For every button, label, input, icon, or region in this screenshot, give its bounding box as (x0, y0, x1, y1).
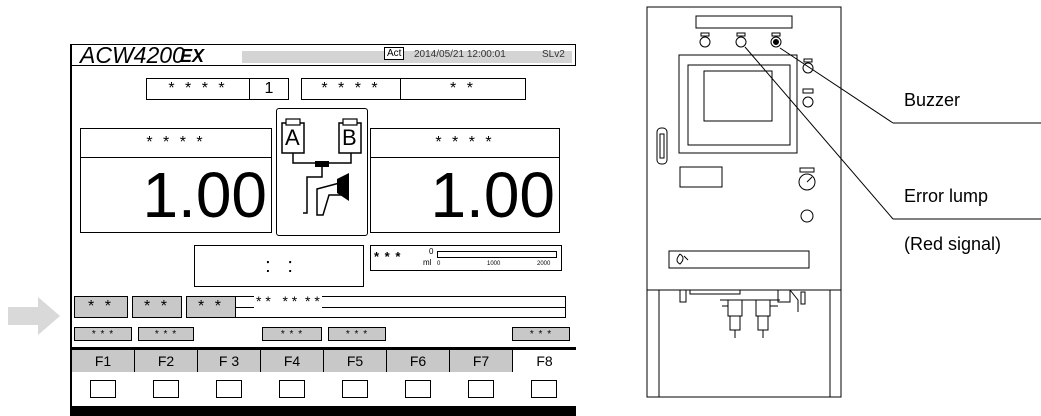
cabinet-body (646, 6, 842, 291)
error-lamp-label: Error lump (904, 186, 989, 206)
gauge-tick-0: 0 (437, 261, 441, 267)
status-button-3[interactable]: * * (186, 296, 236, 318)
status-message-box: * * * * * * (236, 293, 566, 318)
datetime: 2014/05/21 12:00:01 (414, 49, 506, 60)
volume-gauge: * * * 0 ml 0 1000 2000 (370, 245, 562, 271)
gauge-unit: ml (423, 258, 432, 267)
function-indicator-4 (279, 380, 305, 398)
knob-icon (800, 209, 814, 223)
nameplate (668, 250, 810, 269)
function-indicator-7 (468, 380, 494, 398)
function-indicator-8 (531, 380, 557, 398)
function-key-f2[interactable]: F2 (135, 350, 198, 372)
lamp-1-icon (699, 36, 711, 48)
status-button-1[interactable]: * * (74, 296, 128, 318)
act-badge: Act (384, 47, 405, 60)
control-screen: ACW4200 EX Act 2014/05/21 12:00:01 SLv2 … (70, 42, 576, 416)
stand-frame (646, 289, 842, 398)
tank-a-label: A (285, 125, 300, 150)
small-button-5[interactable]: * * * (512, 327, 570, 341)
model-name: ACW4200 (80, 42, 185, 68)
top-mid-label: * * * * (301, 78, 401, 100)
machine-drawing (646, 6, 1041, 398)
function-indicator-6 (405, 380, 431, 398)
function-indicator-row (72, 372, 576, 406)
small-button-2[interactable]: * * * (138, 327, 194, 341)
function-key-f5[interactable]: F5 (324, 350, 387, 372)
top-left-label: * * * * (146, 78, 250, 100)
small-button-1[interactable]: * * * (74, 327, 132, 341)
touch-panel-frame (678, 54, 798, 154)
function-indicator-2 (153, 380, 179, 398)
left-panel-label: * * * * (80, 128, 272, 158)
pointer-arrow-icon (8, 297, 60, 335)
small-button-4[interactable]: * * * (328, 327, 386, 341)
buzzer-label: Buzzer (904, 90, 961, 110)
error-lamp-leader-line (744, 46, 894, 220)
gauge-tick-2000: 2000 (537, 261, 551, 267)
right-value: 1.00 (370, 157, 560, 233)
function-key-bar: F1 F2 F 3 F4 F5 F6 F7 F8 (70, 347, 576, 416)
function-indicator-3 (216, 380, 242, 398)
function-key-f6[interactable]: F6 (387, 350, 450, 372)
function-key-f7[interactable]: F7 (450, 350, 513, 372)
title-bar-fill (242, 51, 572, 63)
left-value: 1.00 (80, 157, 272, 233)
gauge-label: * * * (374, 249, 402, 264)
function-indicator-1 (90, 380, 116, 398)
function-key-row: F1 F2 F 3 F4 F5 F6 F7 F8 (72, 349, 576, 372)
title-bar: ACW4200 EX Act 2014/05/21 12:00:01 SLv2 (70, 42, 576, 68)
mix-diagram: A B (276, 108, 368, 236)
right-panel-label: * * * * (370, 128, 560, 158)
error-lamp-icon (735, 36, 747, 48)
tank-b-label: B (342, 125, 357, 150)
function-key-f3[interactable]: F 3 (198, 350, 261, 372)
security-level: SLv2 (542, 49, 565, 60)
top-left-value: 1 (249, 78, 289, 100)
small-button-3[interactable]: * * * (262, 327, 322, 341)
top-plate (695, 15, 793, 29)
gauge-bar (437, 251, 557, 258)
model-suffix: EX (180, 46, 205, 66)
gauge-tick-1000: 1000 (487, 261, 501, 267)
status-message: * * * * * * (254, 293, 322, 309)
function-key-f4[interactable]: F4 (261, 350, 324, 372)
function-key-f8[interactable]: F8 (513, 350, 576, 372)
top-right-value: * * (400, 78, 526, 100)
door-handle-icon (656, 127, 668, 165)
red-signal-label: (Red signal) (904, 234, 1002, 254)
status-button-2[interactable]: * * (132, 296, 182, 318)
time-display: : : (194, 245, 364, 287)
function-key-f1[interactable]: F1 (72, 350, 135, 372)
function-indicator-5 (342, 380, 368, 398)
gauge-zero: 0 (429, 247, 434, 256)
